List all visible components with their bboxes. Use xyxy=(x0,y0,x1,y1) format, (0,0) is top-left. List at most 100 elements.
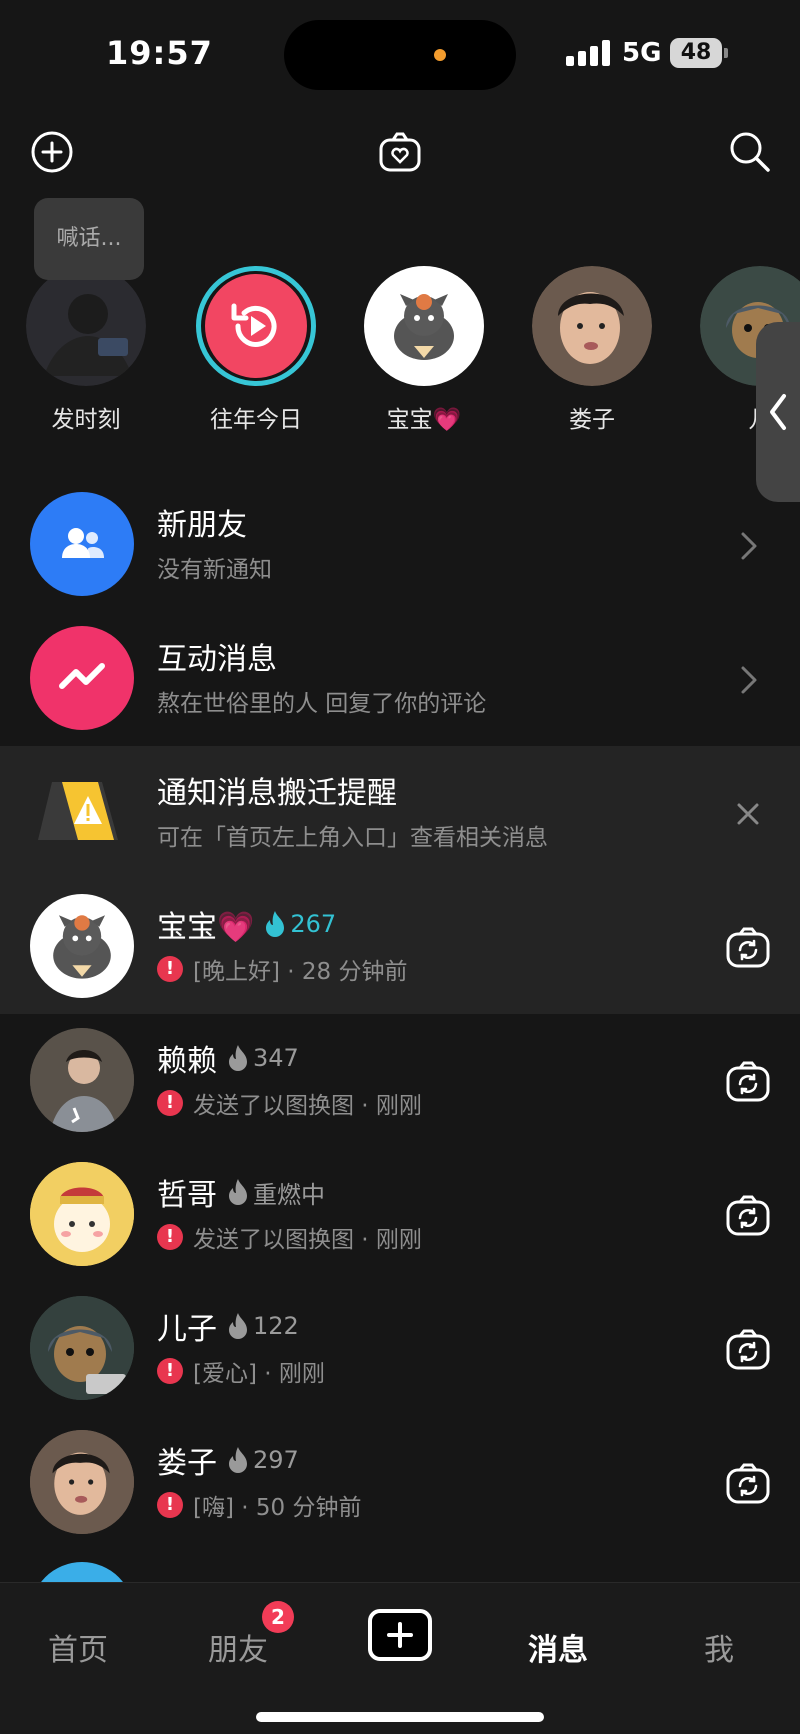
row-title: 通知消息搬迁提醒 xyxy=(157,776,397,811)
create-button[interactable] xyxy=(368,1609,432,1661)
alert-icon: ! xyxy=(157,1224,183,1250)
chat-avatar xyxy=(30,1162,134,1266)
friends-icon xyxy=(30,492,134,596)
chat-message: 发送了以图换图 · 刚刚 xyxy=(193,1227,422,1253)
streak: 347 xyxy=(227,1044,299,1072)
chat-name: 娄子 xyxy=(157,1446,217,1481)
home-indicator xyxy=(256,1712,544,1722)
privacy-indicator-dot xyxy=(434,49,446,61)
chat-title: 宝宝💗 267 xyxy=(157,902,336,946)
chat-name: 宝宝💗 xyxy=(157,910,255,945)
network-type: 5G xyxy=(622,38,662,68)
chat-subtitle: ! [爱心] · 刚刚 xyxy=(157,1354,325,1388)
signal-icon xyxy=(566,40,610,66)
close-icon[interactable] xyxy=(724,790,772,838)
dynamic-island xyxy=(284,20,516,90)
story-label: 往年今日 xyxy=(210,407,302,433)
chat-name: 哲哥 xyxy=(157,1178,217,1213)
chat-message: [爱心] · 刚刚 xyxy=(193,1361,325,1387)
status-time: 19:57 xyxy=(106,34,213,72)
shout-bubble[interactable]: 喊话... xyxy=(34,198,144,280)
camera-heart-icon[interactable] xyxy=(376,128,424,176)
flame-icon xyxy=(229,1313,247,1339)
streak: 297 xyxy=(227,1446,299,1474)
camera-swap-icon[interactable] xyxy=(724,1192,772,1240)
camera-swap-icon[interactable] xyxy=(724,1326,772,1374)
side-drawer-handle[interactable] xyxy=(756,322,800,502)
story-baobao[interactable]: 宝宝💗 xyxy=(354,266,494,434)
chat-avatar xyxy=(30,1430,134,1534)
chat-row[interactable]: 赖赖 347 ! 发送了以图换图 · 刚刚 xyxy=(0,1014,800,1148)
streak: 267 xyxy=(264,910,336,938)
chat-avatar xyxy=(30,1296,134,1400)
chat-avatar xyxy=(30,1028,134,1132)
camera-swap-icon[interactable] xyxy=(724,924,772,972)
story-louzi[interactable]: 娄子 xyxy=(522,266,662,434)
chat-title: 赖赖 347 xyxy=(157,1036,299,1080)
row-title: 新朋友 xyxy=(157,508,247,543)
flame-icon xyxy=(229,1447,247,1473)
camera-swap-icon[interactable] xyxy=(724,1460,772,1508)
streak-count: 347 xyxy=(253,1044,299,1072)
chat-title: 哲哥 重燃中 xyxy=(157,1170,325,1214)
chat-title: 儿子 122 xyxy=(157,1304,299,1348)
story-memories[interactable]: 往年今日 xyxy=(186,266,326,434)
memories-ring xyxy=(196,266,316,386)
alert-icon: ! xyxy=(157,1358,183,1384)
chat-row[interactable]: 宝宝💗 267 ! [晚上好] · 28 分钟前 xyxy=(0,880,800,1014)
row-subtitle: 没有新通知 xyxy=(157,557,272,583)
chevron-right-icon xyxy=(724,656,772,704)
chevron-right-icon xyxy=(724,522,772,570)
nav-friends[interactable]: 朋友 xyxy=(208,1625,268,1669)
chat-message: 发送了以图换图 · 刚刚 xyxy=(193,1093,422,1119)
plus-icon xyxy=(387,1622,413,1648)
chat-row[interactable]: 哲哥 重燃中 ! 发送了以图换图 · 刚刚 xyxy=(0,1148,800,1282)
story-label: 娄子 xyxy=(569,407,615,433)
story-avatar xyxy=(26,266,146,386)
chevron-left-icon xyxy=(770,394,786,430)
chat-subtitle: ! [晚上好] · 28 分钟前 xyxy=(157,952,407,986)
chat-name: 儿子 xyxy=(157,1312,217,1347)
row-subtitle: 可在「首页左上角入口」查看相关消息 xyxy=(157,825,548,851)
row-title: 互动消息 xyxy=(157,642,277,677)
add-circle-icon[interactable] xyxy=(28,128,76,176)
flame-icon xyxy=(229,1179,247,1205)
replay-icon xyxy=(205,274,307,378)
interactions-row[interactable]: 互动消息 熬在世俗里的人 回复了你的评论 xyxy=(0,612,800,746)
battery-tip xyxy=(724,48,728,58)
battery-icon: 48 xyxy=(670,38,722,68)
search-icon[interactable] xyxy=(726,128,774,176)
chat-message: [嗨] · 50 分钟前 xyxy=(193,1495,362,1521)
streak: 122 xyxy=(227,1312,299,1340)
camera-swap-icon[interactable] xyxy=(724,1058,772,1106)
story-label: 发时刻 xyxy=(51,407,121,433)
alert-icon: ! xyxy=(157,1090,183,1116)
chat-subtitle: ! 发送了以图换图 · 刚刚 xyxy=(157,1220,422,1254)
streak-count: 267 xyxy=(290,910,337,938)
nav-messages[interactable]: 消息 xyxy=(528,1625,588,1669)
story-avatar xyxy=(532,266,652,386)
chat-title: 娄子 297 xyxy=(157,1438,299,1482)
nav-home[interactable]: 首页 xyxy=(48,1625,108,1669)
flame-icon xyxy=(266,911,285,937)
notice-row[interactable]: 通知消息搬迁提醒 可在「首页左上角入口」查看相关消息 xyxy=(0,746,800,880)
warning-icon xyxy=(30,760,134,864)
story-avatar xyxy=(364,266,484,386)
alert-icon: ! xyxy=(157,1492,183,1518)
story-label: 宝宝💗 xyxy=(386,407,462,433)
flame-icon xyxy=(229,1045,247,1071)
story-post-moment[interactable]: 发时刻 xyxy=(16,266,156,434)
chat-message: [晚上好] · 28 分钟前 xyxy=(193,959,408,985)
chat-subtitle: ! 发送了以图换图 · 刚刚 xyxy=(157,1086,422,1120)
chat-row[interactable]: 娄子 297 ! [嗨] · 50 分钟前 xyxy=(0,1416,800,1550)
streak-status: 重燃中 xyxy=(253,1180,325,1209)
alert-icon: ! xyxy=(157,956,183,982)
new-friends-row[interactable]: 新朋友 没有新通知 xyxy=(0,478,800,612)
chat-row[interactable]: 儿子 122 ! [爱心] · 刚刚 xyxy=(0,1282,800,1416)
chat-name: 赖赖 xyxy=(157,1044,217,1079)
status-bar: 19:57 5G 48 xyxy=(0,0,800,110)
chat-avatar xyxy=(30,894,134,998)
row-subtitle: 熬在世俗里的人 回复了你的评论 xyxy=(157,691,487,717)
nav-me[interactable]: 我 xyxy=(704,1625,734,1669)
streak: 重燃中 xyxy=(227,1175,325,1210)
